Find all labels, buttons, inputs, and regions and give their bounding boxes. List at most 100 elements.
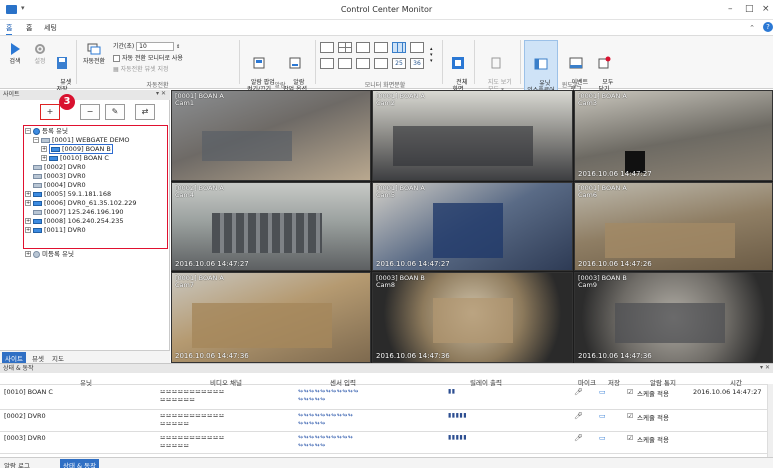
camera-tile[interactable]: [0001] BOAN A Cam7 2016.10.06 14:47:36 [171, 272, 371, 363]
add-unit-button[interactable]: + [40, 104, 60, 120]
scene-shape [605, 223, 735, 258]
camera-tile[interactable]: [0003] BOAN B Cam9 2016.10.06 14:47:36 [574, 272, 773, 363]
status-table-header: 유닛 비디오 채널 센서 입력 릴레이 출력 마이크 저장 알람 통지 시간 [0, 375, 773, 387]
minimize-button[interactable]: – [728, 4, 733, 14]
remove-unit-button[interactable]: − [80, 104, 100, 120]
spin-arrows-icon[interactable]: ⇕ [176, 44, 180, 50]
ribbon-separator [239, 40, 240, 84]
camera-tile[interactable]: [0001] BOAN A Cam1 [171, 90, 371, 181]
period-input[interactable]: 10 [136, 42, 175, 51]
layout-9-icon[interactable] [392, 42, 406, 53]
layout-8-icon[interactable] [374, 42, 388, 53]
close-button[interactable]: × [762, 4, 770, 14]
tab-map[interactable]: 지도 [52, 353, 64, 363]
relay-outputs: ▮▮▮▮▮ [448, 412, 468, 419]
ribbon-collapse-icon[interactable]: ⌃ [749, 24, 755, 32]
alarm-checkbox-icon[interactable]: ☑ [627, 388, 633, 396]
step-badge: 3 [59, 94, 75, 110]
tab-home-2[interactable]: 홈 [26, 23, 32, 33]
title-bar: ▾ Control Center Monitor – □ × [0, 0, 773, 20]
relay-outputs: ▮▮ [448, 388, 456, 395]
camera-timestamp: 2016.10.06 14:47:36 [175, 352, 249, 360]
camera-timestamp: 2016.10.06 14:47:27 [578, 170, 652, 178]
mic-icon[interactable]: 🎤︎ [574, 412, 583, 420]
vertical-scrollbar[interactable] [767, 384, 773, 457]
highlight-box [23, 125, 168, 249]
scene-shape [615, 303, 725, 343]
unit-cell: [0002] DVR0 [4, 412, 46, 420]
auto-switch-button[interactable]: 자동전환 [79, 42, 109, 65]
tab-status-action[interactable]: 상태 & 동작 [60, 459, 100, 468]
layout-scroll-icon[interactable]: ▴ ▾ ▾ [430, 46, 433, 64]
scene-shape [433, 298, 513, 343]
scene-shape [202, 131, 292, 161]
layout-4-icon[interactable] [338, 42, 352, 53]
group-window-label: 윈도우 [561, 82, 579, 89]
layout-13-icon[interactable] [320, 58, 334, 69]
storage-icon[interactable]: ▭ [599, 388, 606, 396]
ribbon-separator [315, 40, 316, 84]
group-split-label: 모니터 화면분할 [364, 82, 406, 89]
camera-tile[interactable]: [0001] BOAN A Cam6 2016.10.06 14:47:26 [574, 182, 773, 271]
panel-pin-icon[interactable]: ▾ ✕ [156, 90, 166, 97]
layout-36-icon[interactable]: 36 [410, 58, 424, 69]
table-row[interactable]: [0002] DVR0 ⚍⚍⚍⚍⚍⚍⚍⚍⚍⚍⚍ ⚍⚍⚍⚍⚍ ↬↬↬↬↬↬↬↬↬↬… [0, 410, 773, 432]
layout-20-icon[interactable] [374, 58, 388, 69]
layout-10-icon[interactable] [410, 42, 424, 53]
camera-title: [0002] BOAN A Cam4 [175, 184, 224, 199]
camera-timestamp: 2016.10.06 14:47:27 [376, 260, 450, 268]
storage-icon[interactable]: ▭ [599, 412, 606, 420]
settings-label: 설정 [34, 58, 46, 65]
alarm-checkbox-icon[interactable]: ☑ [627, 434, 633, 442]
video-channels: ⚍⚍⚍⚍⚍⚍⚍⚍⚍⚍⚍ ⚍⚍⚍⚍⚍ [160, 412, 225, 427]
camera-title: [0003] BOAN B Cam8 [376, 274, 425, 289]
camera-tile[interactable]: [0001] BOAN A Cam2 [372, 90, 573, 181]
camera-title: [0001] BOAN A Cam7 [175, 274, 224, 289]
relay-outputs: ▮▮▮▮▮ [448, 434, 468, 441]
period-row: 기간(초) 10 ⇕ [113, 41, 180, 51]
sensor-inputs: ↬↬↬↬↬↬↬↬↬↬ ↬↬↬↬↬ [298, 434, 354, 449]
camera-title: [0001] BOAN A Cam2 [376, 92, 425, 107]
auto-viewset-row[interactable]: ▦ 자동전환 뷰셋 지정 [113, 64, 169, 73]
tab-viewset[interactable]: 뷰셋 [32, 353, 44, 363]
camera-title: [0001] BOAN A Cam1 [175, 92, 224, 107]
connect-unit-button[interactable]: ⇄ [135, 104, 155, 120]
camera-tile[interactable]: [0001] BOAN A Cam5 2016.10.06 14:47:27 [372, 182, 573, 271]
layout-1-icon[interactable] [320, 42, 334, 53]
camera-tile[interactable]: [0001] BOAN A Cam3 2016.10.06 14:47:27 [574, 90, 773, 181]
layout-16-icon[interactable] [338, 58, 352, 69]
maximize-button[interactable]: □ [745, 4, 754, 14]
camera-timestamp: 2016.10.06 14:47:36 [376, 352, 450, 360]
expand-icon[interactable]: + [25, 251, 31, 257]
video-channels: ⚍⚍⚍⚍⚍⚍⚍⚍⚍⚍⚍ ⚍⚍⚍⚍⚍ [160, 434, 225, 449]
tab-settings[interactable]: 세팅 [44, 23, 57, 33]
camera-title: [0001] BOAN A Cam3 [578, 92, 627, 107]
camera-tile[interactable]: [0002] BOAN A Cam4 2016.10.06 14:47:27 [171, 182, 371, 271]
site-panel-tabs: 사이트 뷰셋 지도 [0, 350, 170, 364]
storage-icon[interactable]: ▭ [599, 434, 606, 442]
alarm-checkbox-icon[interactable]: ☑ [627, 412, 633, 420]
settings-button[interactable]: 설정 [30, 42, 50, 65]
tree-unregistered[interactable]: + 미등록 유닛 [25, 250, 74, 259]
close-all-icon [598, 56, 611, 69]
alarm-popup-icon [253, 57, 265, 69]
camera-tile[interactable]: [0003] BOAN B Cam8 2016.10.06 14:47:36 [372, 272, 573, 363]
search-button[interactable]: 검색 [4, 42, 26, 65]
help-icon[interactable]: ? [763, 22, 773, 32]
panel-pin-icon[interactable]: ▾ ✕ [760, 364, 770, 371]
mic-icon[interactable]: 🎤︎ [574, 388, 583, 396]
layout-17-icon[interactable] [356, 58, 370, 69]
table-row[interactable]: [0010] BOAN C ⚍⚍⚍⚍⚍⚍⚍⚍⚍⚍⚍ ⚍⚍⚍⚍⚍⚍ ↬↬↬↬↬↬↬… [0, 386, 773, 410]
auto-monitor-checkbox[interactable] [113, 55, 120, 62]
menu-tabs: 홈 홈 세팅 ⌃ [0, 20, 773, 36]
alarm-notify: 스케쥴 적용 [637, 414, 669, 422]
layout-25-icon[interactable]: 25 [392, 58, 406, 69]
ribbon-separator [474, 40, 475, 84]
scene-shape [393, 126, 533, 166]
table-row[interactable]: [0003] DVR0 ⚍⚍⚍⚍⚍⚍⚍⚍⚍⚍⚍ ⚍⚍⚍⚍⚍ ↬↬↬↬↬↬↬↬↬↬… [0, 432, 773, 454]
layout-6-icon[interactable] [356, 42, 370, 53]
mic-icon[interactable]: 🎤︎ [574, 434, 583, 442]
edit-unit-button[interactable]: ✎ [105, 104, 125, 120]
auto-switch-label: 자동전환 [82, 58, 106, 65]
tab-alarm-log[interactable]: 알람 로그 [4, 460, 30, 468]
